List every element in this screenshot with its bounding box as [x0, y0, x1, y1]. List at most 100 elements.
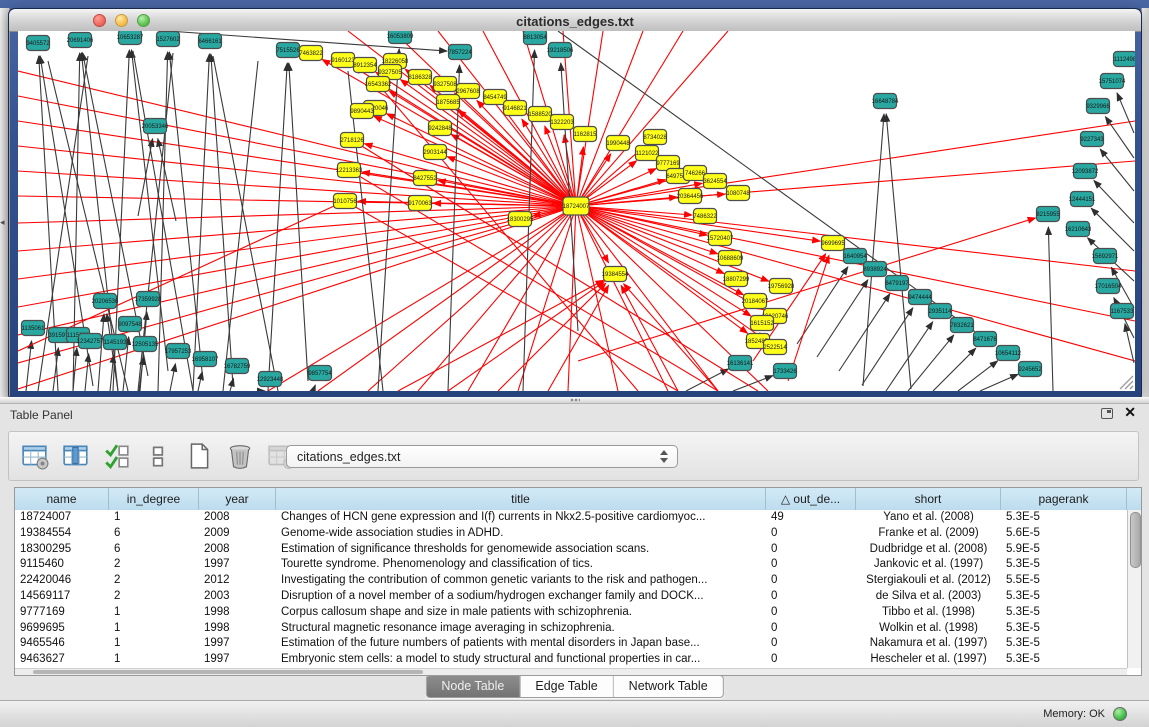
graph-node[interactable]: 8813054 [523, 31, 547, 45]
memory-status-indicator[interactable] [1113, 707, 1127, 721]
table-row[interactable]: 1872400712008Changes of HCN gene express… [15, 510, 1127, 526]
edge[interactable] [223, 61, 258, 391]
selected-edge[interactable] [318, 206, 576, 391]
graph-node[interactable]: 20053346 [142, 119, 169, 134]
table-row[interactable]: 1456911722003Disruption of a novel membe… [15, 589, 1127, 605]
graph-node-selected[interactable]: 1121022 [636, 146, 660, 161]
graph-node-selected[interactable]: 19756928 [768, 279, 795, 294]
selected-edge[interactable] [398, 280, 604, 391]
show-columns-icon[interactable] [62, 442, 90, 470]
selected-edge[interactable] [498, 283, 606, 391]
graph-node-selected[interactable]: 2903144 [423, 145, 447, 160]
float-panel-icon[interactable] [1101, 408, 1113, 419]
column-header-title[interactable]: title [276, 488, 766, 510]
selected-edge[interactable] [364, 144, 576, 206]
graph-node-selected[interactable]: 8186328 [408, 70, 432, 85]
edge[interactable] [98, 314, 104, 391]
edge[interactable] [213, 56, 278, 391]
edge[interactable] [85, 354, 89, 391]
graph-node[interactable]: 1527602 [156, 32, 180, 47]
tab-network-table[interactable]: Network Table [613, 676, 723, 697]
graph-node[interactable]: 8471676 [973, 332, 997, 347]
edge[interactable] [886, 322, 933, 391]
vertical-scrollbar-thumb[interactable] [1130, 512, 1141, 568]
graph-node-selected[interactable]: 9327508 [433, 77, 457, 92]
network-window-titlebar[interactable]: citations_edges.txt [9, 9, 1141, 32]
table-row[interactable]: 1938455462009Genome-wide association stu… [15, 526, 1127, 542]
graph-node[interactable]: 1167533 [1111, 304, 1135, 319]
graph-node-selected[interactable]: 20364456 [677, 189, 704, 204]
graph-node[interactable]: 9329966 [1086, 99, 1110, 114]
edge[interactable] [1100, 149, 1134, 191]
graph-node-selected[interactable]: 1322203 [550, 115, 574, 130]
table-row[interactable]: 911546021997Tourette syndrome. Phenomeno… [15, 557, 1127, 573]
edge[interactable] [933, 348, 976, 391]
network-canvas[interactable]: 9405572206914061065328715276026466161751… [18, 31, 1135, 391]
delete-table-icon[interactable] [226, 442, 254, 470]
graph-node-selected[interactable]: 9160123 [331, 53, 355, 68]
edge[interactable] [448, 65, 460, 391]
graph-node-selected[interactable]: 10688609 [717, 251, 744, 266]
edge[interactable] [1091, 208, 1134, 251]
edge[interactable] [170, 364, 175, 391]
edge[interactable] [958, 361, 998, 391]
graph-node[interactable]: 8215955 [1036, 207, 1060, 222]
graph-node[interactable]: 17016504 [1095, 279, 1122, 294]
edge[interactable] [980, 374, 1018, 391]
graph-node[interactable]: 16958107 [192, 352, 219, 367]
row-options-icon[interactable] [144, 442, 172, 470]
graph-node-selected[interactable]: 9242848 [428, 121, 452, 136]
edge[interactable] [733, 376, 773, 391]
edge[interactable] [908, 335, 954, 391]
graph-node-selected[interactable]: 2522514 [763, 340, 787, 355]
table-selector-dropdown[interactable]: citations_edges.txt [286, 445, 678, 468]
graph-node[interactable]: 9227343 [1080, 132, 1104, 147]
selected-edge[interactable] [18, 206, 576, 223]
table-row[interactable]: 969969511998Structural magnetic resonanc… [15, 621, 1127, 637]
graph-node-selected[interactable]: 2967608 [456, 84, 480, 99]
graph-node[interactable]: 6466161 [198, 34, 222, 49]
vertical-scrollbar[interactable] [1127, 510, 1141, 668]
graph-node[interactable]: 9857754 [308, 366, 332, 381]
edge[interactable] [193, 54, 209, 391]
edge[interactable] [862, 308, 913, 385]
edge[interactable] [839, 294, 890, 371]
horizontal-scrollbar-thumb[interactable] [33, 670, 423, 674]
graph-node[interactable]: 16053809 [387, 31, 414, 44]
selected-edge[interactable] [378, 84, 638, 391]
graph-node-selected[interactable]: 19384554 [602, 267, 629, 282]
graph-node[interactable]: 9245652 [1018, 362, 1042, 377]
graph-node-selected[interactable]: 15720407 [707, 231, 734, 246]
tab-node-table[interactable]: Node Table [426, 676, 519, 697]
edge[interactable] [1048, 227, 1053, 391]
graph-node[interactable]: 16782759 [224, 359, 251, 374]
graph-node[interactable]: 17359928 [135, 292, 162, 307]
table-row[interactable]: 946362711997Embryonic stem cells: a mode… [15, 652, 1127, 668]
graph-node[interactable]: 10653287 [117, 31, 144, 45]
graph-node-selected[interactable]: 8912354 [353, 58, 377, 73]
selected-edge[interactable] [788, 255, 829, 381]
graph-node[interactable]: 9405572 [26, 36, 50, 51]
graph-node-selected[interactable]: 18807299 [723, 272, 750, 287]
graph-node[interactable]: 15751074 [1099, 74, 1126, 89]
graph-node-selected[interactable]: 9699695 [821, 236, 845, 251]
column-header-out-de-[interactable]: △ out_de... [766, 488, 856, 510]
graph-node[interactable]: 6479197 [885, 276, 909, 291]
graph-node-selected[interactable]: 8427552 [413, 171, 437, 186]
resize-grip[interactable] [1120, 376, 1133, 389]
graph-node[interactable]: 1145193 [104, 335, 128, 350]
selected-edge[interactable] [368, 206, 576, 391]
graph-node-selected[interactable]: 1010756 [333, 194, 357, 209]
edge[interactable] [817, 280, 868, 357]
edge[interactable] [1117, 93, 1134, 133]
graph-node-selected[interactable]: 9890443 [350, 104, 374, 119]
panel-collapse-arrow[interactable]: ◂ [0, 218, 5, 227]
graph-node[interactable]: 15692971 [1092, 249, 1119, 264]
table-row[interactable]: 977716911998Corpus callosum shape and si… [15, 605, 1127, 621]
graph-node[interactable]: 9097548 [118, 317, 142, 332]
graph-node[interactable]: 10654112 [995, 346, 1022, 361]
graph-node[interactable]: 12923448 [257, 372, 284, 387]
graph-node[interactable]: 1640954 [843, 249, 867, 264]
graph-node-selected[interactable]: 9146821 [503, 101, 527, 116]
graph-node-selected[interactable]: 18724007 [563, 197, 590, 215]
